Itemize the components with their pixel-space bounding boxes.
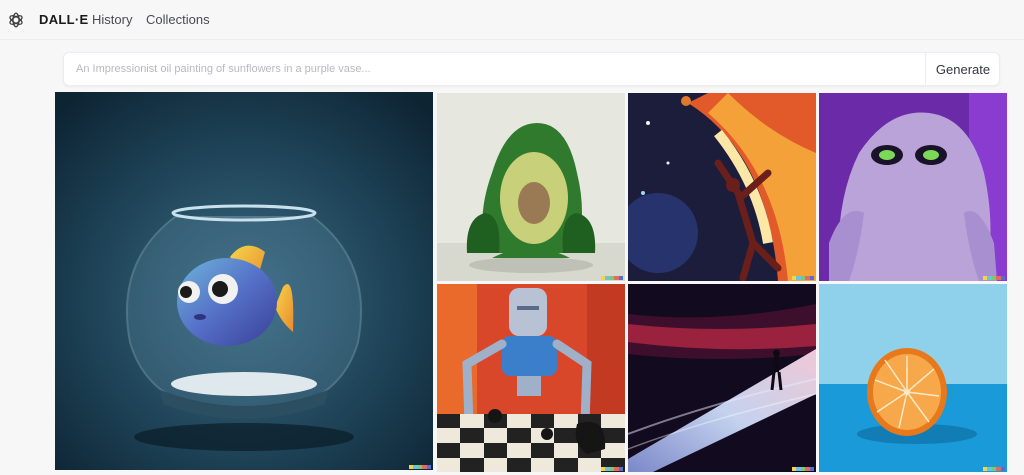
generate-button[interactable]: Generate [926, 53, 1000, 85]
figure-in-light-image[interactable] [628, 284, 816, 472]
prompt-bar: Generate [63, 52, 1000, 86]
avocado-armchair-art [437, 93, 625, 281]
purple-monster-image[interactable] [819, 93, 1007, 281]
figure-in-light-art [628, 284, 816, 472]
fish-in-bowl-art [55, 92, 433, 470]
signature-strip [983, 467, 1006, 471]
brand-title[interactable]: DALL·E [39, 12, 88, 27]
prompt-input[interactable] [64, 53, 924, 85]
nav-history-link[interactable]: History [92, 12, 132, 27]
signature-strip [409, 465, 432, 469]
signature-strip [601, 467, 624, 471]
basketball-painting-art [628, 93, 816, 281]
avocado-armchair-image[interactable] [437, 93, 625, 281]
basketball-player-painting-image[interactable] [628, 93, 816, 281]
orange-half-image[interactable] [819, 284, 1007, 472]
fish-in-bowl-image[interactable] [55, 92, 433, 470]
robot-chess-art [437, 284, 625, 472]
signature-strip [983, 276, 1006, 280]
signature-strip [792, 467, 815, 471]
signature-strip [792, 276, 815, 280]
signature-strip [601, 276, 624, 280]
nav-collections-link[interactable]: Collections [146, 12, 210, 27]
openai-logo-icon[interactable] [7, 11, 25, 29]
robot-chess-painting-image[interactable] [437, 284, 625, 472]
orange-half-art [819, 284, 1007, 472]
purple-monster-art [819, 93, 1007, 281]
top-bar: DALL·E History Collections [0, 0, 1024, 40]
